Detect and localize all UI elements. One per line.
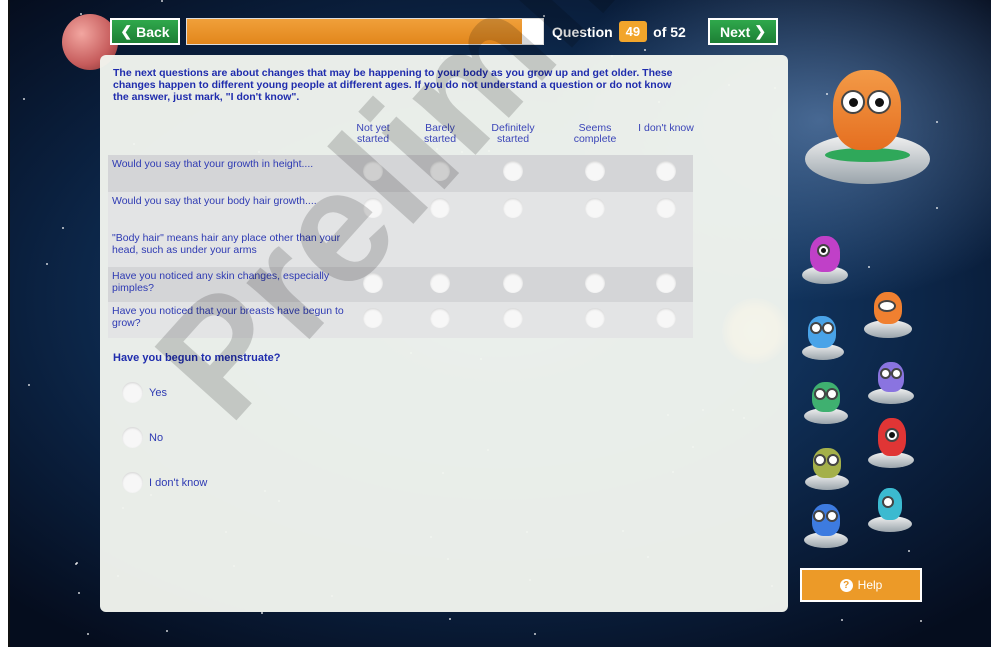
question-text: Would you say that your body hair growth… [112,195,317,207]
menstruate-question: Have you begun to menstruate? [113,352,281,364]
star [920,620,922,622]
alien-teal [866,484,914,534]
answer-radio[interactable] [430,273,450,293]
question-text: Have you noticed any skin changes, espec… [112,270,330,294]
answer-radio[interactable] [585,308,605,328]
star [62,227,64,229]
next-button[interactable]: Next ❯ [708,18,778,45]
column-header: Barely started [423,122,457,145]
question-row: Have you noticed any skin changes, espec… [108,267,693,302]
alien-purple [866,358,916,406]
question-number-badge: 49 [618,21,648,42]
star [87,633,89,635]
radio-button[interactable] [122,427,143,448]
question-row: "Body hair" means hair any place other t… [108,229,693,267]
menstruate-option[interactable]: No [122,427,163,448]
column-header: Not yet started [356,122,390,145]
column-header: Definitely started [491,122,535,145]
back-button-label: Back [136,23,170,40]
answer-radio[interactable] [656,198,676,218]
progress-bar [186,18,544,45]
intro-text: The next questions are about changes tha… [113,67,673,103]
chevron-left-icon: ❮ [120,23,133,39]
answer-radio[interactable] [430,308,450,328]
question-row: Would you say that your growth in height… [108,155,693,192]
left-edge-bar [0,0,10,647]
answer-radio[interactable] [363,273,383,293]
alien-blue [800,312,846,362]
answer-radio[interactable] [503,273,523,293]
star [161,0,163,2]
option-label: No [149,431,164,444]
answer-radio[interactable] [430,161,450,181]
answer-radio[interactable] [363,161,383,181]
star [449,618,451,620]
chevron-right-icon: ❯ [754,23,767,39]
radio-button[interactable] [122,472,143,493]
star [28,384,30,386]
question-circle-icon: ? [839,578,853,592]
question-text: "Body hair" means hair any place other t… [112,232,341,256]
answer-radio[interactable] [503,161,523,181]
question-counter: Question 49 of 52 [552,18,686,45]
star [868,266,870,268]
answer-radio[interactable] [656,273,676,293]
column-header: I don't know [638,122,694,134]
alien-orange [862,288,914,342]
answer-radio[interactable] [503,308,523,328]
alien-olive [803,444,851,492]
answer-radio[interactable] [656,161,676,181]
alien-green [802,378,850,426]
question-text: Would you say that your growth in height… [112,158,314,170]
star [644,49,646,51]
radio-button[interactable] [122,382,143,403]
question-panel: The next questions are about changes tha… [100,55,788,612]
alien-blue-2 [802,500,850,550]
star [534,633,536,635]
answer-radio[interactable] [656,308,676,328]
answer-radio[interactable] [363,308,383,328]
answer-radio[interactable] [585,198,605,218]
question-row: Have you noticed that your breasts have … [108,302,693,338]
question-table: Would you say that your growth in height… [108,155,693,338]
star [75,563,77,565]
next-button-label: Next [719,23,751,40]
menstruate-option[interactable]: I don't know [122,472,207,493]
space-background: ❮ Back Question 49 of 52 Next ❯ The next… [0,0,991,647]
question-total: of 52 [653,23,686,40]
star [46,263,48,265]
help-button[interactable]: ? Help [800,568,922,602]
question-row: Would you say that your body hair growth… [108,192,693,229]
answer-radio[interactable] [503,198,523,218]
back-button[interactable]: ❮ Back [110,18,180,45]
progress-fill [187,19,522,44]
answer-radio[interactable] [585,161,605,181]
star [166,630,168,632]
help-label: Help [857,578,883,592]
column-header: Seems complete [573,122,617,145]
menstruate-option[interactable]: Yes [122,382,167,403]
star [78,592,80,594]
option-label: I don't know [149,476,208,489]
answer-radio[interactable] [430,198,450,218]
star [841,619,843,621]
star [261,612,263,614]
star [908,550,910,552]
question-label: Question [552,23,613,40]
answer-radio[interactable] [585,273,605,293]
option-label: Yes [149,386,167,399]
star [936,207,938,209]
question-text: Have you noticed that your breasts have … [112,305,344,329]
star [23,98,25,100]
star [936,121,938,123]
alien-pink [800,230,850,288]
star [543,15,545,17]
big-alien-ufo [805,62,930,192]
answer-radio[interactable] [363,198,383,218]
alien-red [866,412,916,472]
